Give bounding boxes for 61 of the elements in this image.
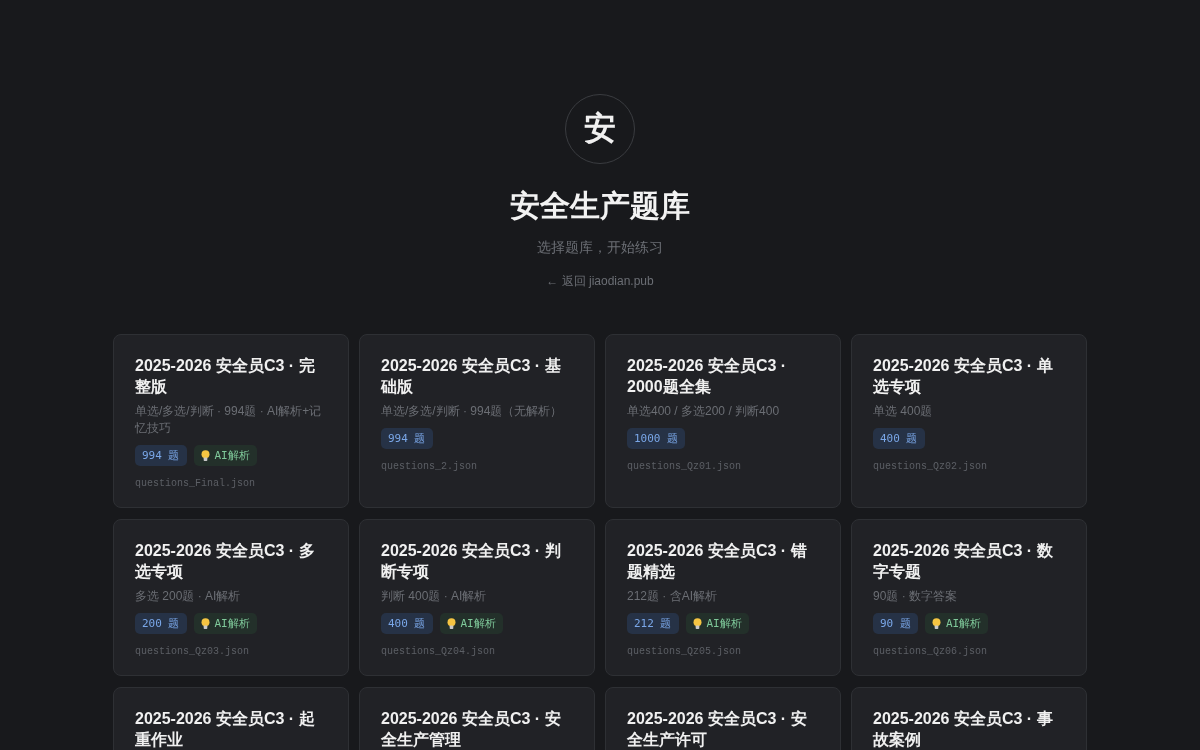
- count-badge: 994 题: [381, 428, 433, 449]
- ai-badge-label: AI解析: [214, 448, 250, 463]
- card-title: 2025-2026 安全员C3 · 数字专题: [873, 541, 1054, 582]
- question-bank-card[interactable]: 2025-2026 安全员C3 · 基础版 单选/多选/判断 · 994题（无解析） 994 题 questions_2.json: [359, 334, 595, 508]
- ai-badge-label: AI解析: [706, 616, 742, 631]
- file-name: questions_Qz04.json: [381, 646, 496, 657]
- count-badge: 400 题: [381, 613, 433, 634]
- file-name: questions_Qz03.json: [135, 646, 250, 657]
- lightbulb-icon: [446, 617, 456, 630]
- lightbulb-icon: [200, 617, 210, 630]
- card-description: 多选 200题 · AI解析: [135, 588, 241, 605]
- question-bank-card[interactable]: 2025-2026 安全员C3 · 起重作业: [113, 687, 349, 750]
- question-bank-card[interactable]: 2025-2026 安全员C3 · 判断专项 判断 400题 · AI解析 400 题 AI解析 questions_Qz04.json: [359, 519, 595, 676]
- question-bank-card[interactable]: 2025-2026 安全员C3 · 单选专项 单选 400题 400 题 questions_Qz02.json: [851, 334, 1087, 508]
- count-badge: 994 题: [135, 445, 187, 466]
- question-bank-card[interactable]: 2025-2026 安全员C3 · 安全生产许可: [605, 687, 841, 750]
- file-name: questions_Qz05.json: [627, 646, 742, 657]
- card-title: 2025-2026 安全员C3 · 多选专项: [135, 541, 316, 582]
- card-description: 单选/多选/判断 · 994题 · AI解析+记忆技巧: [135, 403, 323, 437]
- question-bank-card[interactable]: 2025-2026 安全员C3 · 2000题全集 单选400 / 多选200 / 判断400 1000 题 questions_Qz01.json: [605, 334, 841, 508]
- question-bank-card[interactable]: 2025-2026 安全员C3 · 错题精选 212题 · 含AI解析 212 题 AI解析 questions_Qz05.json: [605, 519, 841, 676]
- card-title: 2025-2026 安全员C3 · 起重作业: [135, 709, 316, 750]
- card-title: 2025-2026 安全员C3 · 判断专项: [381, 541, 562, 582]
- card-description: 单选400 / 多选200 / 判断400: [627, 403, 780, 420]
- question-bank-card[interactable]: 2025-2026 安全员C3 · 完整版 单选/多选/判断 · 994题 · AI解析+记忆技巧 994 题 AI解析 questions_Final.json: [113, 334, 349, 508]
- card-title: 2025-2026 安全员C3 · 安全生产许可: [627, 709, 808, 750]
- back-link[interactable]: ← 返回 jiaodian.pub: [546, 273, 654, 290]
- file-name: questions_2.json: [381, 461, 477, 472]
- card-description: 判断 400题 · AI解析: [381, 588, 487, 605]
- count-badge: 200 题: [135, 613, 187, 634]
- ai-badge-label: AI解析: [460, 616, 496, 631]
- card-description: 90题 · 数字答案: [873, 588, 957, 605]
- question-bank-card[interactable]: 2025-2026 安全员C3 · 安全生产管理: [359, 687, 595, 750]
- question-bank-card[interactable]: 2025-2026 安全员C3 · 数字专题 90题 · 数字答案 90 题 AI解析 questions_Qz06.json: [851, 519, 1087, 676]
- card-title: 2025-2026 安全员C3 · 安全生产管理: [381, 709, 562, 750]
- count-badge: 212 题: [627, 613, 679, 634]
- ai-badge-label: AI解析: [214, 616, 250, 631]
- card-title: 2025-2026 安全员C3 · 单选专项: [873, 356, 1054, 397]
- count-badge: 1000 题: [627, 428, 686, 449]
- lightbulb-icon: [200, 449, 210, 462]
- lightbulb-icon: [692, 617, 702, 630]
- card-title: 2025-2026 安全员C3 · 2000题全集: [627, 356, 788, 397]
- page-subtitle: 选择题库，开始练习: [537, 239, 663, 257]
- file-name: questions_Qz01.json: [627, 461, 742, 472]
- question-bank-card[interactable]: 2025-2026 安全员C3 · 多选专项 多选 200题 · AI解析 200 题 AI解析 questions_Qz03.json: [113, 519, 349, 676]
- page-title: 安全生产题库: [510, 188, 690, 224]
- card-title: 2025-2026 安全员C3 · 错题精选: [627, 541, 808, 582]
- file-name: questions_Final.json: [135, 478, 256, 489]
- card-title: 2025-2026 安全员C3 · 完整版: [135, 356, 316, 397]
- card-description: 212题 · 含AI解析: [627, 588, 718, 605]
- card-title: 2025-2026 安全员C3 · 基础版: [381, 356, 562, 397]
- card-title: 2025-2026 安全员C3 · 事故案例: [873, 709, 1054, 750]
- question-bank-card[interactable]: 2025-2026 安全员C3 · 事故案例: [851, 687, 1087, 750]
- file-name: questions_Qz02.json: [873, 461, 988, 472]
- count-badge: 90 题: [873, 613, 918, 634]
- lightbulb-icon: [931, 617, 941, 630]
- ai-badge-label: AI解析: [945, 616, 982, 631]
- card-description: 单选/多选/判断 · 994题（无解析）: [381, 403, 563, 420]
- count-badge: 400 题: [873, 428, 925, 449]
- file-name: questions_Qz06.json: [873, 646, 988, 657]
- card-description: 单选 400题: [873, 403, 933, 420]
